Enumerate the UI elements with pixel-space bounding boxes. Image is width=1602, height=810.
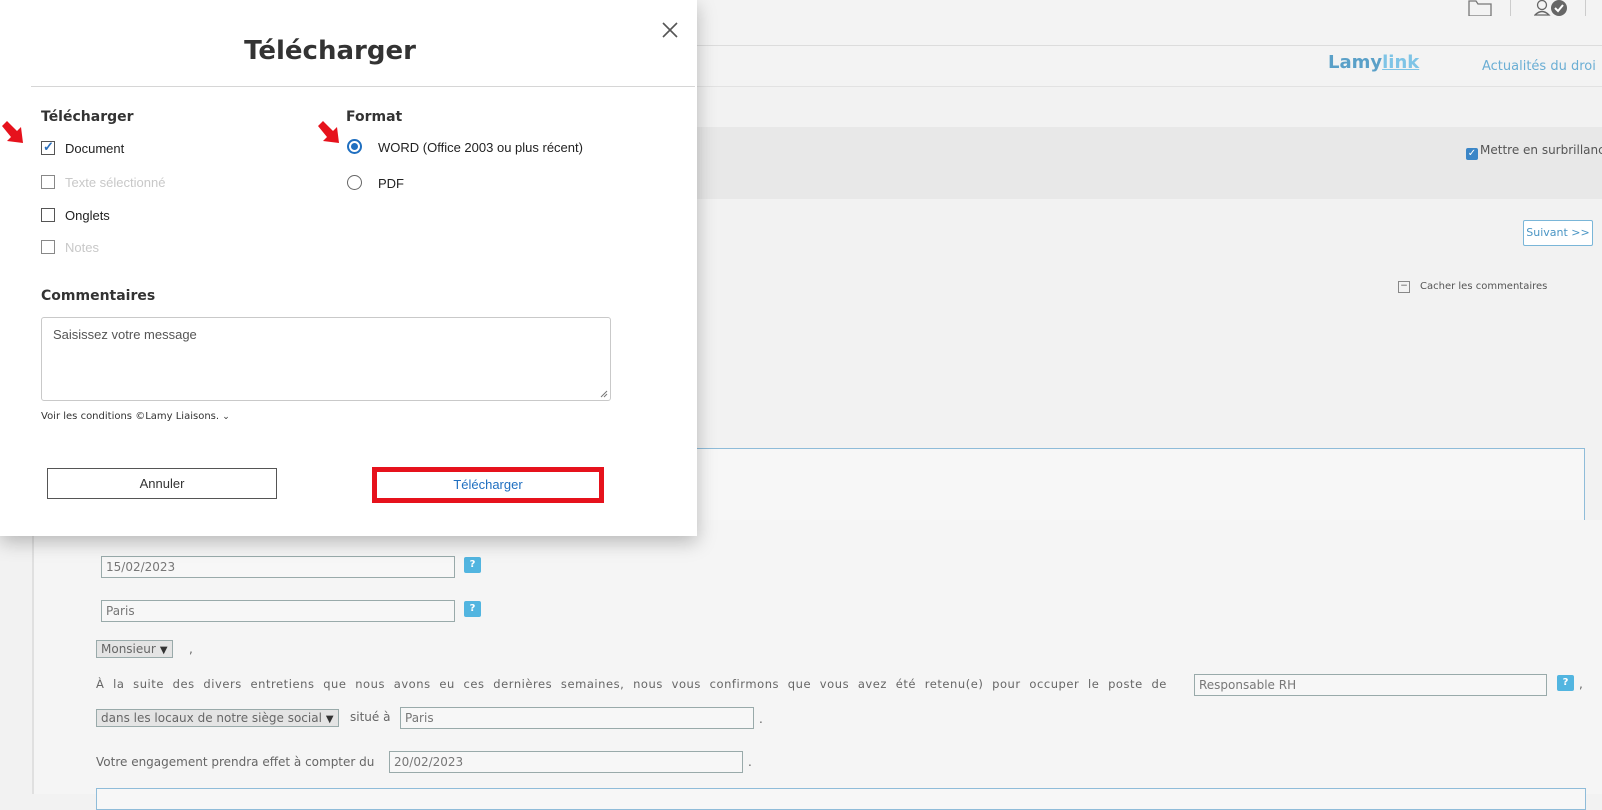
- comments-label: Commentaires: [41, 288, 156, 304]
- start-text: Votre engagement prendra effet à compter…: [96, 755, 375, 769]
- collapse-icon[interactable]: −: [1398, 281, 1410, 293]
- option-notes-label: Notes: [65, 240, 99, 255]
- dialog-divider: [31, 86, 695, 87]
- body-sentence: À la suite des divers entretiens que nou…: [96, 677, 1167, 691]
- help-icon[interactable]: ?: [464, 557, 481, 573]
- format-word-label: WORD (Office 2003 ou plus récent): [378, 140, 583, 155]
- format-word[interactable]: WORD (Office 2003 ou plus récent): [347, 139, 583, 155]
- option-tabs[interactable]: Onglets: [41, 208, 110, 223]
- help-icon[interactable]: ?: [464, 601, 481, 617]
- location-select[interactable]: dans les locaux de notre siège social ▼: [96, 709, 339, 727]
- option-tabs-label: Onglets: [65, 208, 110, 223]
- chevron-down-icon: ⌄: [222, 412, 230, 422]
- comments-placeholder: Saisissez votre message: [53, 327, 197, 342]
- option-notes[interactable]: Notes: [41, 240, 99, 255]
- conditions-text: Voir les conditions ©Lamy Liaisons.: [41, 411, 220, 422]
- start-date-field[interactable]: 20/02/2023: [389, 751, 743, 773]
- position-field[interactable]: Responsable RH: [1194, 674, 1547, 696]
- trailing-comma: ,: [1579, 677, 1583, 691]
- option-selected-text[interactable]: Texte sélectionné: [41, 175, 165, 190]
- date-field[interactable]: 15/02/2023: [101, 556, 455, 578]
- news-link[interactable]: Actualités du droi: [1482, 59, 1596, 74]
- format-section-label: Format: [346, 109, 403, 125]
- highlight-toggle[interactable]: ✓ Mettre en surbrillanc: [1466, 143, 1602, 160]
- folder-icon[interactable]: [1468, 0, 1492, 16]
- brand-link: link: [1382, 52, 1420, 73]
- checkbox-notes[interactable]: [41, 240, 55, 254]
- toolbar-separator: [1510, 0, 1511, 16]
- salutation-value: Monsieur: [101, 642, 156, 656]
- checkbox-document[interactable]: ✓: [41, 139, 55, 155]
- location-city-field[interactable]: Paris: [400, 707, 754, 729]
- option-document-label: Document: [65, 141, 125, 156]
- download-section-label: Télécharger: [41, 109, 134, 125]
- located-at-label: situé à: [350, 710, 391, 724]
- radio-word[interactable]: [347, 139, 362, 154]
- comment-box: [96, 788, 1586, 810]
- resize-grip-icon[interactable]: [600, 390, 608, 398]
- format-pdf-label: PDF: [378, 176, 404, 191]
- option-selected-text-label: Texte sélectionné: [65, 175, 166, 190]
- location-select-value: dans les locaux de notre siège social: [101, 711, 322, 725]
- hide-comments-toggle[interactable]: − Cacher les commentaires: [1398, 281, 1547, 293]
- radio-pdf[interactable]: [347, 175, 362, 190]
- checkbox-selected-text[interactable]: [41, 175, 55, 189]
- dialog-title: Télécharger: [244, 36, 416, 66]
- user-account-icon[interactable]: [1534, 0, 1570, 18]
- download-dialog: Télécharger Télécharger ✓ Document Texte …: [0, 0, 697, 536]
- chevron-down-icon: ▼: [325, 714, 334, 725]
- checkmark-icon: ✓: [43, 139, 54, 154]
- download-button[interactable]: Télécharger: [372, 467, 604, 503]
- toolbar-separator: [1585, 0, 1586, 16]
- hide-comments-label: Cacher les commentaires: [1420, 281, 1548, 292]
- brand-main: Lamy: [1328, 52, 1383, 73]
- chevron-down-icon: ▼: [159, 645, 168, 656]
- period: .: [759, 712, 763, 726]
- lamylink-logo[interactable]: Lamylink: [1328, 52, 1419, 73]
- close-icon[interactable]: [660, 20, 680, 40]
- cancel-button[interactable]: Annuler: [47, 468, 277, 499]
- help-icon[interactable]: ?: [1557, 675, 1574, 691]
- option-document[interactable]: ✓ Document: [41, 139, 125, 156]
- red-arrow-icon: [2, 121, 23, 143]
- format-pdf[interactable]: PDF: [347, 175, 404, 191]
- highlight-label: Mettre en surbrillanc: [1480, 143, 1602, 157]
- period: .: [748, 755, 752, 769]
- salutation-select[interactable]: Monsieur ▼: [96, 640, 173, 658]
- conditions-link[interactable]: Voir les conditions ©Lamy Liaisons. ⌄: [41, 411, 230, 422]
- next-button[interactable]: Suivant >>: [1523, 220, 1593, 246]
- checkbox-checked-icon[interactable]: ✓: [1466, 148, 1478, 160]
- checkbox-tabs[interactable]: [41, 208, 55, 222]
- salutation-comma: ,: [189, 642, 193, 656]
- red-arrow-icon: [318, 121, 339, 143]
- comments-textarea[interactable]: Saisissez votre message: [41, 317, 611, 401]
- city-field[interactable]: Paris: [101, 600, 455, 622]
